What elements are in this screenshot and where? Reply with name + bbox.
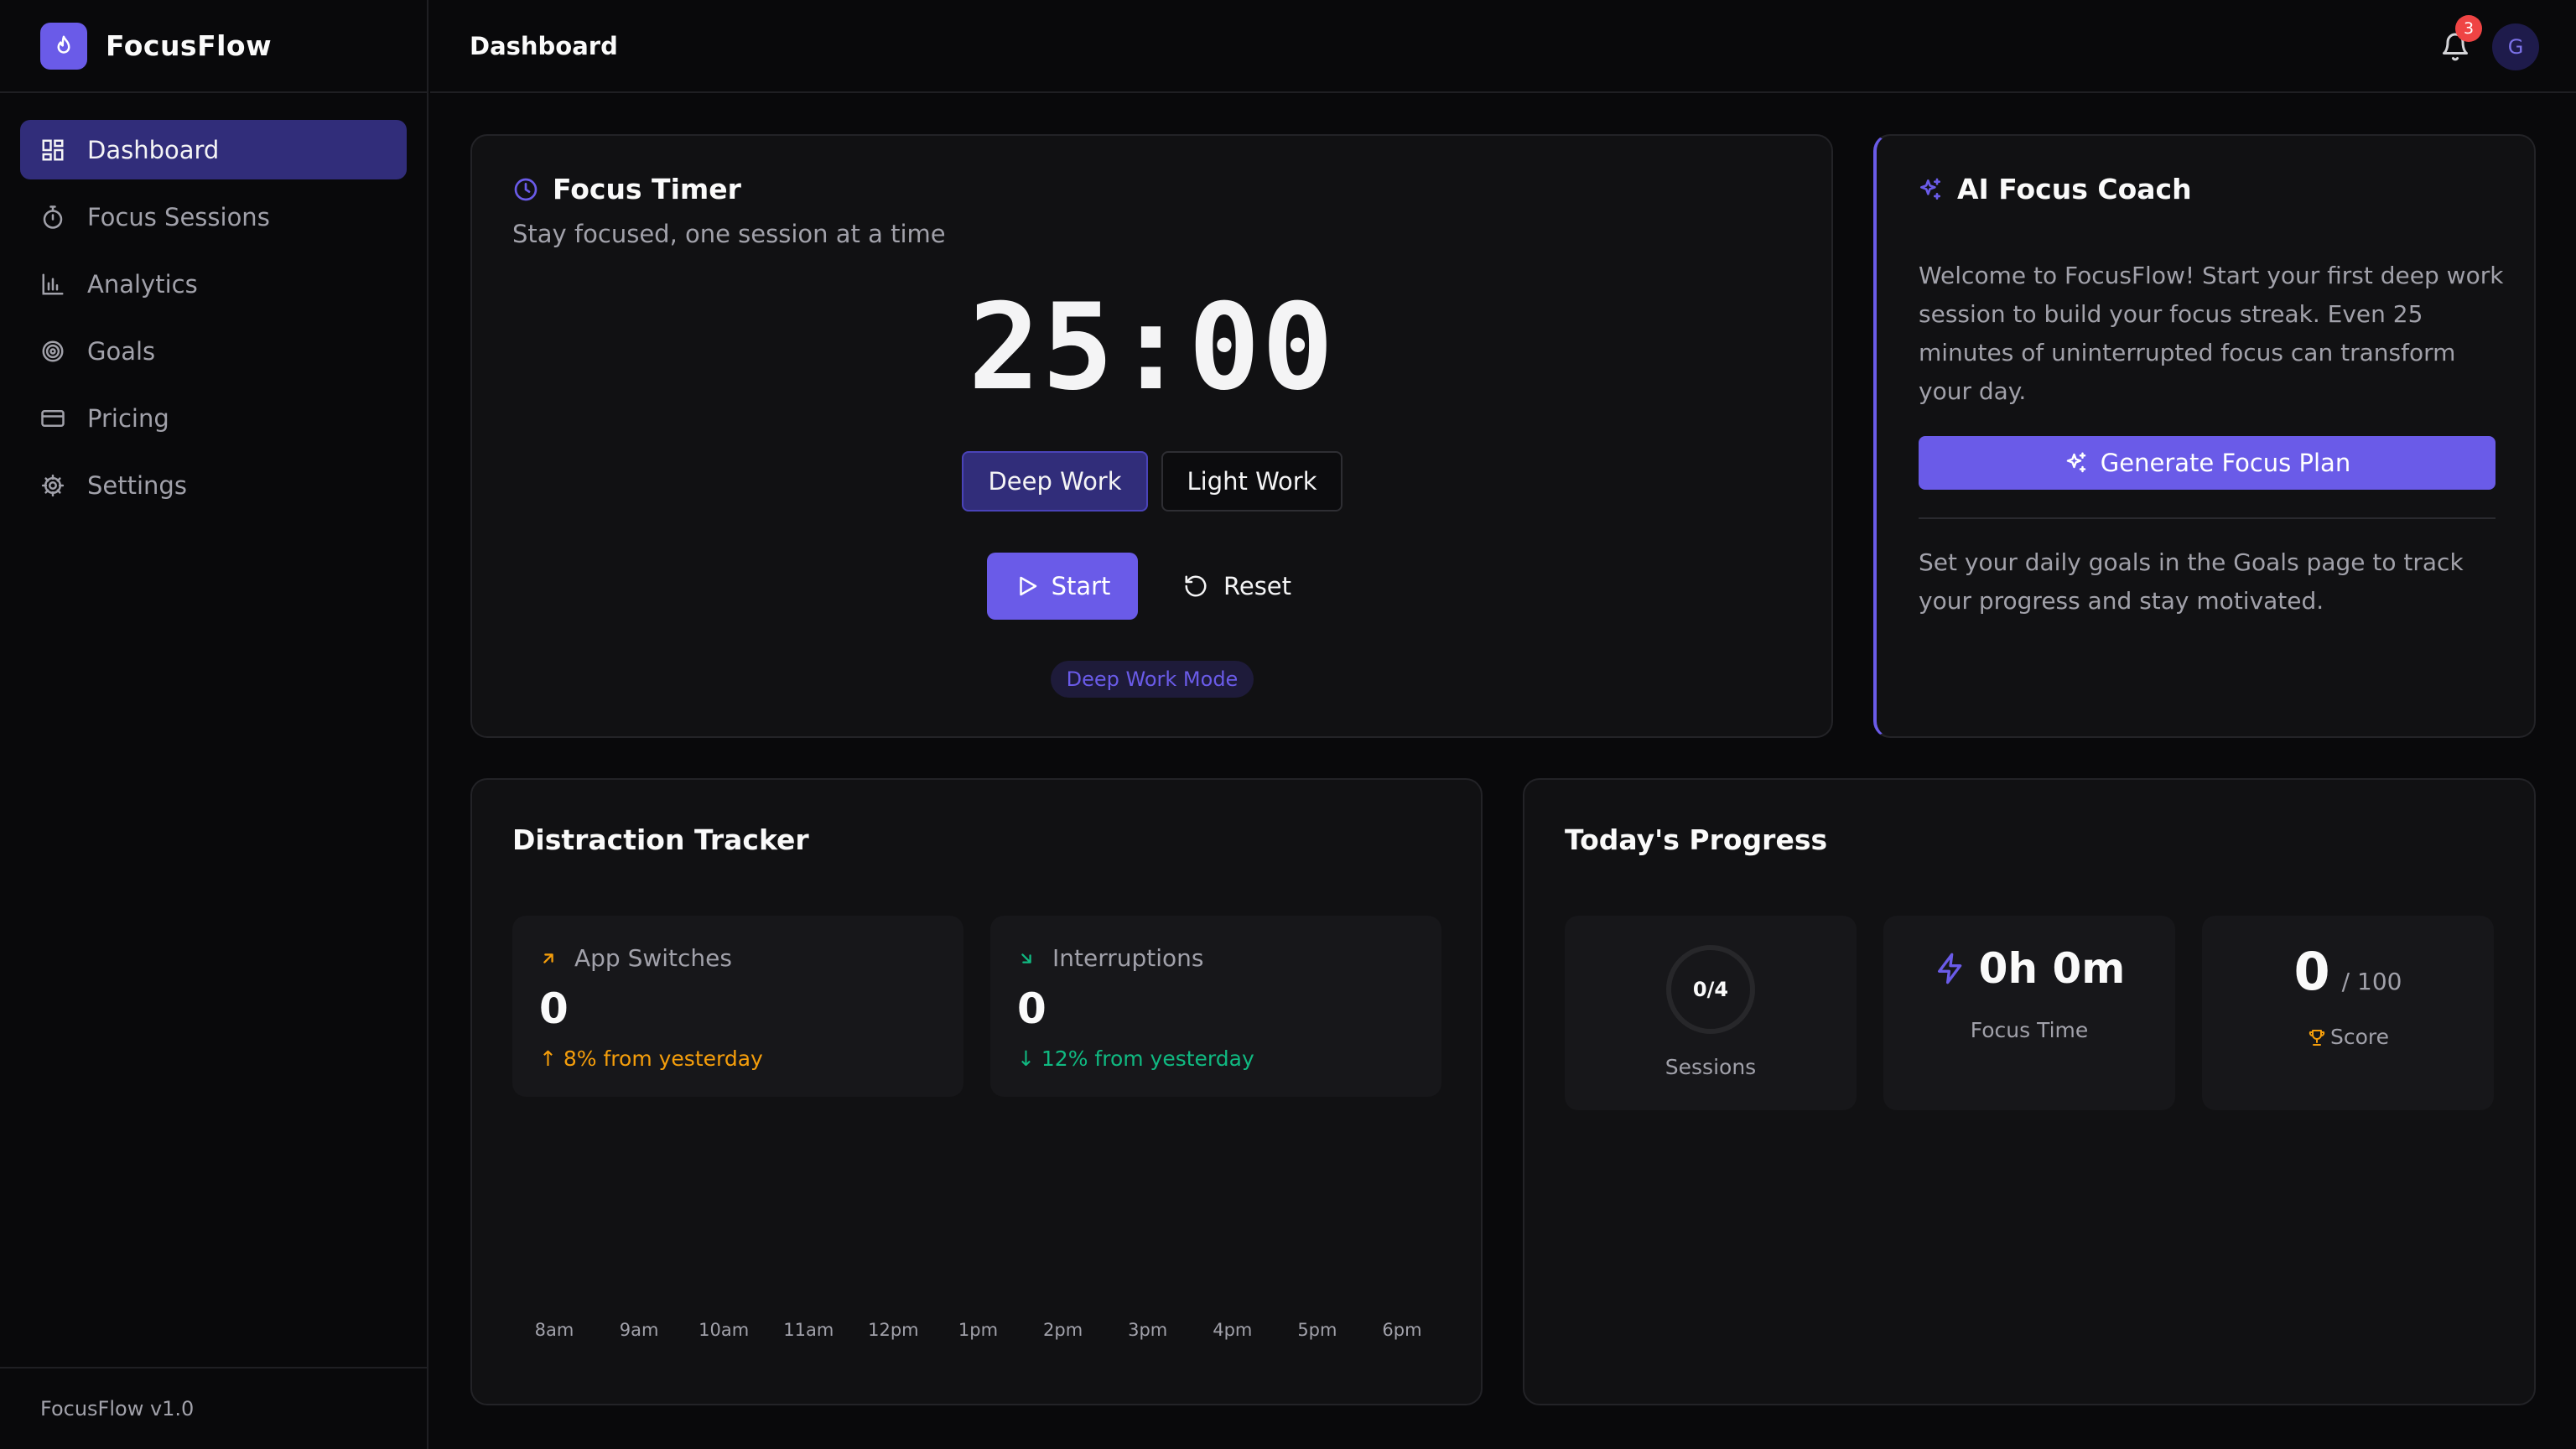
- focus-timer-title: Focus Timer: [553, 173, 741, 205]
- focus-time-label: Focus Time: [1970, 1018, 2089, 1042]
- focus-timer-header: Focus Timer: [512, 173, 741, 205]
- distraction-tracker-title: Distraction Tracker: [512, 823, 809, 856]
- sidebar-item-focus-sessions[interactable]: Focus Sessions: [20, 187, 407, 247]
- stopwatch-icon: [43, 205, 63, 229]
- notification-badge: 3: [2455, 15, 2482, 42]
- sidebar-item-dashboard[interactable]: Dashboard: [20, 120, 407, 179]
- credit-card-icon: [41, 409, 65, 427]
- brand[interactable]: FocusFlow: [0, 0, 427, 93]
- hour-label: 2pm: [1043, 1320, 1083, 1340]
- hour-label: 12pm: [868, 1320, 919, 1340]
- interruptions-delta: ↓ 12% from yesterday: [1017, 1046, 1254, 1071]
- mode-toggle: Deep Work Light Work: [962, 451, 1343, 512]
- lightning-icon: [1937, 953, 1961, 984]
- page-title: Dashboard: [470, 31, 618, 60]
- app-switches-label: App Switches: [574, 944, 732, 972]
- brand-name: FocusFlow: [106, 29, 273, 62]
- generate-focus-plan-button[interactable]: Generate Focus Plan: [1919, 436, 2496, 490]
- reset-icon: [1185, 575, 1207, 597]
- sessions-stat: 0/4 Sessions: [1565, 916, 1857, 1110]
- score-label-row: Score: [2202, 1025, 2494, 1049]
- hour-label: 5pm: [1297, 1320, 1337, 1340]
- reset-button[interactable]: Reset: [1183, 553, 1291, 620]
- arrow-down-right-icon: [1021, 953, 1031, 963]
- flame-logo-icon: [40, 22, 87, 70]
- sidebar-item-label: Analytics: [87, 269, 198, 299]
- interruptions-value: 0: [1017, 984, 1046, 1033]
- version-label: FocusFlow v1.0: [0, 1367, 427, 1449]
- bar-chart-icon: [42, 273, 64, 294]
- ai-focus-coach-card: AI Focus Coach Welcome to FocusFlow! Sta…: [1873, 134, 2536, 738]
- sidebar: FocusFlow Dashboard Focus Sessions Analy…: [0, 0, 428, 1449]
- deep-work-mode-button[interactable]: Deep Work: [962, 451, 1148, 512]
- hour-label: 3pm: [1128, 1320, 1168, 1340]
- target-icon: [42, 340, 64, 361]
- mode-badge: Deep Work Mode: [1051, 661, 1254, 698]
- score-row: 0 / 100: [2202, 941, 2494, 1002]
- interruptions-stat: Interruptions 0 ↓ 12% from yesterday: [990, 916, 1441, 1097]
- top-header: Dashboard 3 G: [430, 0, 2576, 93]
- coach-divider: [1919, 517, 2496, 519]
- coach-tip: Set your daily goals in the Goals page t…: [1919, 548, 2464, 615]
- hour-label: 11am: [783, 1320, 834, 1340]
- sessions-value: 0/4: [1692, 978, 1729, 1001]
- sparkles-icon: [1920, 178, 1940, 200]
- avatar[interactable]: G: [2492, 23, 2539, 70]
- start-button-label: Start: [1051, 572, 1111, 600]
- sidebar-item-label: Goals: [87, 336, 156, 366]
- sessions-label: Sessions: [1665, 1055, 1757, 1079]
- sidebar-item-label: Focus Sessions: [87, 202, 270, 231]
- hour-label: 8am: [534, 1320, 574, 1340]
- app-switches-value: 0: [539, 984, 569, 1033]
- score-stat: 0 / 100 Score: [2202, 916, 2494, 1110]
- sidebar-item-label: Settings: [87, 470, 187, 500]
- sidebar-item-goals[interactable]: Goals: [20, 321, 407, 381]
- hourly-axis: 8am 9am 10am 11am 12pm 1pm 2pm 3pm 4pm 5pm 6pm: [512, 1320, 1444, 1345]
- app-switches-delta: ↑ 8% from yesterday: [539, 1046, 763, 1071]
- app-switches-stat: App Switches 0 ↑ 8% from yesterday: [512, 916, 963, 1097]
- todays-progress-card: Today's Progress 0/4 Sessions 0h 0m Focu…: [1523, 778, 2536, 1405]
- app-switches-label-row: App Switches: [539, 944, 732, 972]
- score-value: 0: [2293, 941, 2330, 1002]
- hour-label: 9am: [619, 1320, 659, 1340]
- timer-display: 25:00: [968, 278, 1336, 417]
- distraction-tracker-card: Distraction Tracker App Switches 0 ↑ 8% …: [470, 778, 1483, 1405]
- focus-time-stat: 0h 0m Focus Time: [1883, 916, 2175, 1110]
- gear-icon: [41, 474, 65, 496]
- hour-label: 6pm: [1382, 1320, 1422, 1340]
- focus-timer-card: Focus Timer Stay focused, one session at…: [470, 134, 1833, 738]
- sidebar-nav: Dashboard Focus Sessions Analytics Goals…: [0, 93, 427, 515]
- focus-time-value: 0h 0m: [1978, 944, 2126, 993]
- sidebar-item-pricing[interactable]: Pricing: [20, 388, 407, 448]
- start-button[interactable]: Start: [987, 553, 1138, 620]
- score-label: Score: [2329, 1025, 2390, 1049]
- arrow-up-right-icon: [543, 953, 553, 963]
- focus-time-row: 0h 0m: [1883, 944, 2175, 993]
- todays-progress-title: Today's Progress: [1565, 823, 1828, 856]
- coach-title: AI Focus Coach: [1957, 173, 2192, 205]
- interruptions-label: Interruptions: [1052, 944, 1204, 972]
- sidebar-item-label: Dashboard: [87, 135, 220, 164]
- focus-timer-subtitle: Stay focused, one session at a time: [512, 220, 946, 248]
- sparkles-icon: [2066, 452, 2086, 473]
- sidebar-item-settings[interactable]: Settings: [20, 455, 407, 515]
- sessions-ring: 0/4: [1664, 943, 1758, 1036]
- trophy-icon: [2309, 1029, 2325, 1046]
- interruptions-label-row: Interruptions: [1017, 944, 1203, 972]
- hour-label: 10am: [699, 1320, 750, 1340]
- hour-label: 4pm: [1213, 1320, 1253, 1340]
- hour-label: 1pm: [958, 1320, 999, 1340]
- generate-focus-plan-label: Generate Focus Plan: [2100, 449, 2351, 477]
- play-icon: [1019, 576, 1036, 596]
- sidebar-item-analytics[interactable]: Analytics: [20, 254, 407, 314]
- clock-icon: [514, 178, 538, 200]
- coach-message: Welcome to FocusFlow! Start your first d…: [1919, 262, 2504, 405]
- dashboard-grid-icon: [42, 139, 64, 160]
- light-work-mode-button[interactable]: Light Work: [1161, 451, 1343, 512]
- reset-button-label: Reset: [1223, 572, 1292, 600]
- score-max: / 100: [2341, 968, 2402, 995]
- sidebar-item-label: Pricing: [87, 403, 169, 433]
- coach-header: AI Focus Coach: [1917, 173, 2192, 205]
